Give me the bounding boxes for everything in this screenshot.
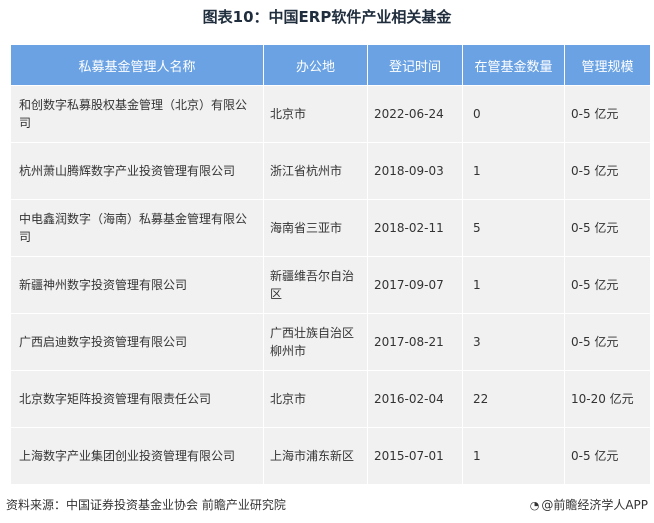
fund-count-cell: 1 [462,256,565,314]
fund-table: 私募基金管理人名称 办公地 登记时间 在管基金数量 管理规模 和创数字私募股权基… [10,44,651,485]
location-cell: 北京市 [263,370,368,428]
manager-name-cell: 上海数字产业集团创业投资管理有限公司 [10,427,264,485]
date-cell: 2018-09-03 [367,142,463,200]
location-cell: 浙江省杭州市 [263,142,368,200]
location-cell: 海南省三亚市 [263,199,368,257]
table-row: 杭州萧山腾辉数字产业投资管理有限公司 浙江省杭州市 2018-09-03 1 0… [10,142,651,200]
date-cell: 2018-02-11 [367,199,463,257]
header-management-scale: 管理规模 [564,44,651,86]
header-location: 办公地 [263,44,368,86]
manager-name-cell: 和创数字私募股权基金管理（北京）有限公司 [10,85,264,143]
table-row: 上海数字产业集团创业投资管理有限公司 上海市浦东新区 2015-07-01 1 … [10,427,651,485]
scale-cell: 0-5 亿元 [564,313,651,371]
date-cell: 2016-02-04 [367,370,463,428]
table-row: 和创数字私募股权基金管理（北京）有限公司 北京市 2022-06-24 0 0-… [10,85,651,143]
manager-name-cell: 新疆神州数字投资管理有限公司 [10,256,264,314]
fund-count-cell: 22 [462,370,565,428]
chart-title: 图表10：中国ERP软件产业相关基金 [202,8,452,26]
manager-name-cell: 广西启迪数字投资管理有限公司 [10,313,264,371]
date-cell: 2022-06-24 [367,85,463,143]
fund-count-cell: 3 [462,313,565,371]
scale-cell: 0-5 亿元 [564,142,651,200]
location-cell: 新疆维吾尔自治区 [263,256,368,314]
header-registration-date: 登记时间 [367,44,463,86]
fund-count-cell: 5 [462,199,565,257]
date-cell: 2017-08-21 [367,313,463,371]
header-manager-name: 私募基金管理人名称 [10,44,264,86]
source-note: 资料来源：中国证券投资基金业协会 前瞻产业研究院 [6,498,286,512]
fund-count-cell: 1 [462,427,565,485]
fund-count-cell: 0 [462,85,565,143]
manager-name-cell: 杭州萧山腾辉数字产业投资管理有限公司 [10,142,264,200]
date-cell: 2015-07-01 [367,427,463,485]
location-cell: 广西壮族自治区柳州市 [263,313,368,371]
table-row: 中电鑫润数字（海南）私募基金管理有限公司 海南省三亚市 2018-02-11 5… [10,199,651,257]
brand-credit: ◔ @前瞻经济学人APP [530,496,648,513]
fund-count-cell: 1 [462,142,565,200]
location-cell: 北京市 [263,85,368,143]
manager-name-cell: 中电鑫润数字（海南）私募基金管理有限公司 [10,199,264,257]
header-fund-count: 在管基金数量 [462,44,565,86]
table-row: 新疆神州数字投资管理有限公司 新疆维吾尔自治区 2017-09-07 1 0-5… [10,256,651,314]
scale-cell: 0-5 亿元 [564,199,651,257]
date-cell: 2017-09-07 [367,256,463,314]
scale-cell: 0-5 亿元 [564,427,651,485]
table-row: 广西启迪数字投资管理有限公司 广西壮族自治区柳州市 2017-08-21 3 0… [10,313,651,371]
manager-name-cell: 北京数字矩阵投资管理有限责任公司 [10,370,264,428]
scale-cell: 0-5 亿元 [564,85,651,143]
scale-cell: 0-5 亿元 [564,256,651,314]
brand-text: @前瞻经济学人APP [541,498,648,512]
scale-cell: 10-20 亿元 [564,370,651,428]
app-logo-icon: ◔ [529,499,540,512]
table-row: 北京数字矩阵投资管理有限责任公司 北京市 2016-02-04 22 10-20… [10,370,651,428]
table-header-row: 私募基金管理人名称 办公地 登记时间 在管基金数量 管理规模 [10,44,651,86]
location-cell: 上海市浦东新区 [263,427,368,485]
